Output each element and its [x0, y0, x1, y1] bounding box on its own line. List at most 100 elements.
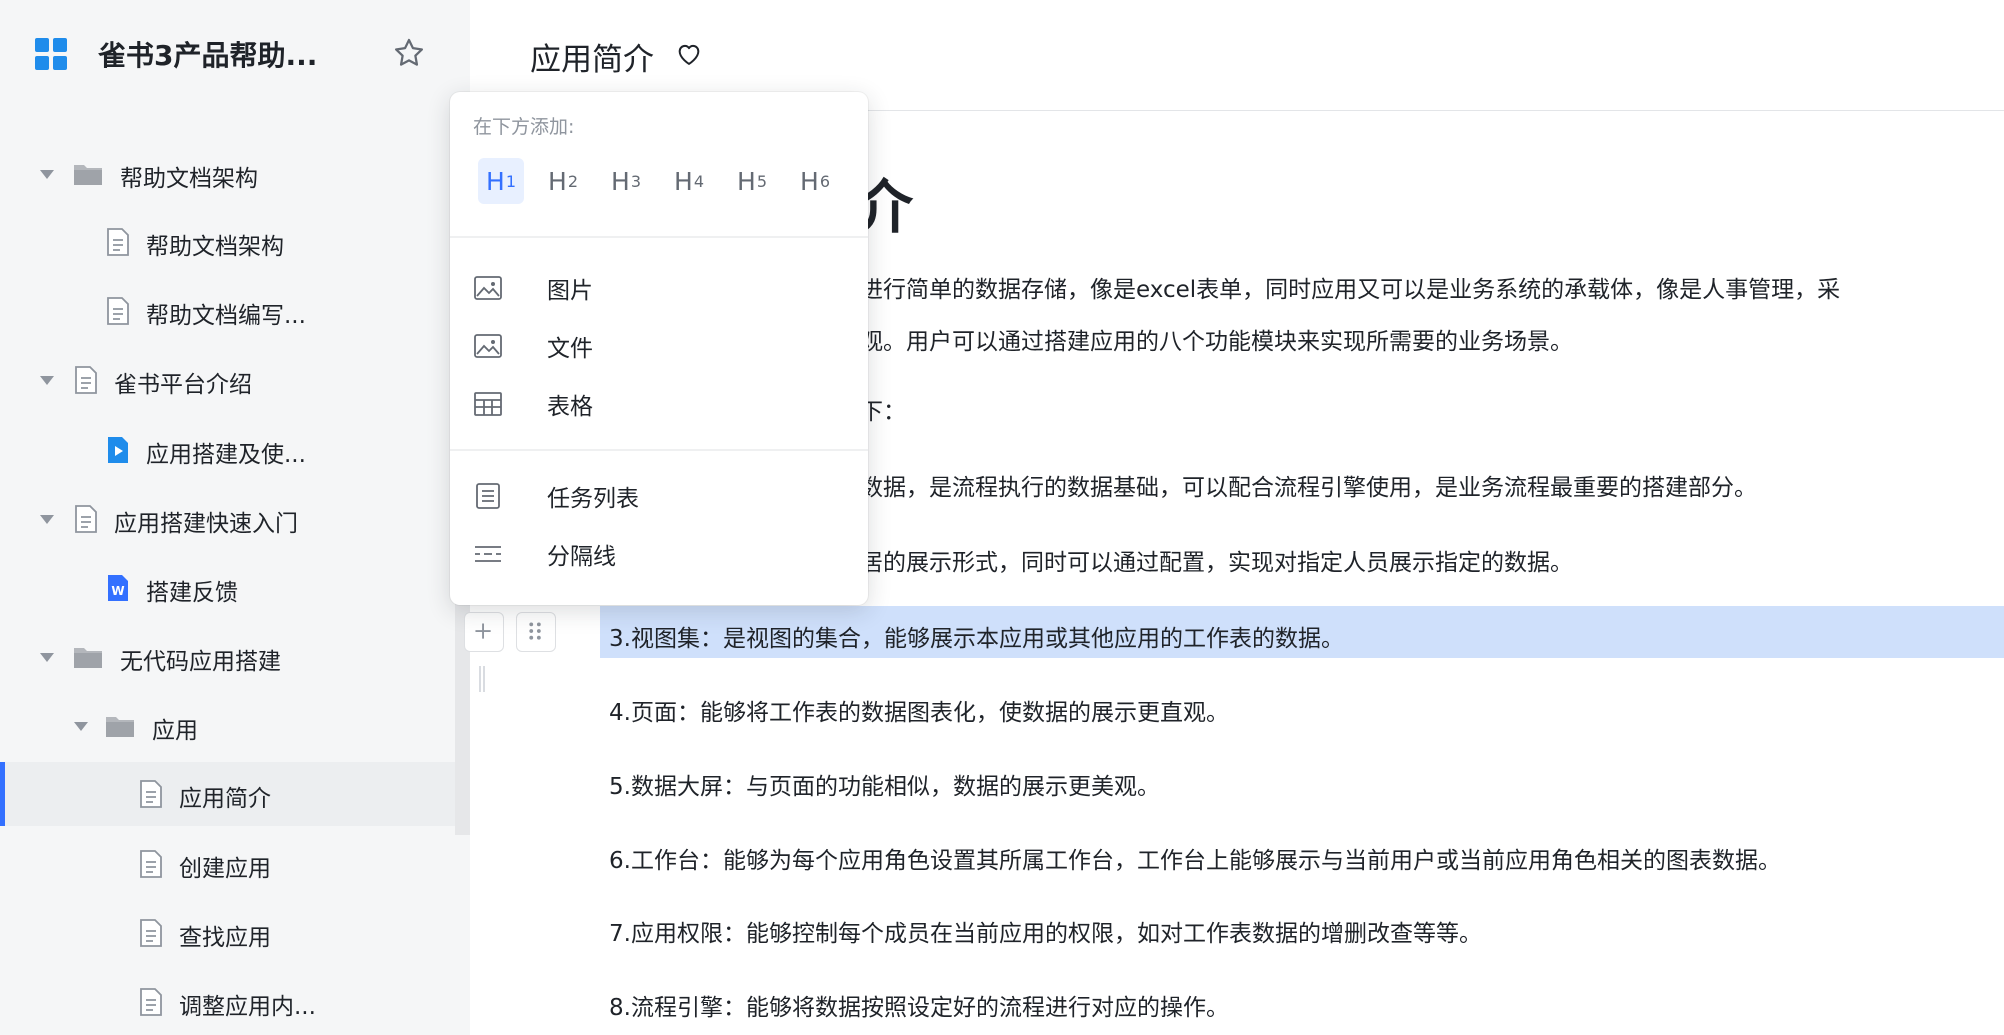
sidebar: 雀书3产品帮助... 帮助文档架构 帮助文档架构 帮助文档编写... 雀书平台介…	[0, 0, 470, 1035]
app-title[interactable]: 雀书3产品帮助...	[98, 34, 317, 74]
tree-item-help-doc-structure-page[interactable]: 帮助文档架构	[0, 210, 455, 274]
task-list-icon	[476, 483, 500, 509]
document-icon	[75, 505, 97, 533]
tree-item-app-folder[interactable]: 应用	[0, 694, 455, 758]
paragraph[interactable]: 4.页面：能够将工作表的数据图表化，使数据的展示更直观。	[609, 693, 1229, 727]
document-icon	[140, 780, 162, 808]
heading-level: 2	[567, 171, 578, 191]
popup-caption: 在下方添加:	[473, 116, 575, 138]
tree-item-help-doc-writing[interactable]: 帮助文档编写...	[0, 279, 455, 343]
folder-icon	[74, 165, 102, 185]
document-icon	[140, 919, 162, 947]
tree-item-label: 应用搭建及使...	[146, 442, 306, 468]
tree-item-app-intro[interactable]: 应用简介	[0, 762, 455, 826]
app-grid-logo-icon[interactable]	[35, 38, 67, 70]
tree-item-label: 帮助文档架构	[120, 166, 258, 192]
caret-down-icon[interactable]	[40, 170, 54, 179]
heading-6-option[interactable]: H6	[792, 158, 838, 204]
paragraph[interactable]: 居的展示形式，同时可以通过配置，实现对指定人员展示指定的数据。	[860, 543, 1573, 577]
tree-item-label: 应用简介	[179, 786, 271, 812]
popup-item-label: 图片	[547, 278, 593, 304]
tree-item-feedback[interactable]: W 搭建反馈	[0, 556, 455, 620]
tree-item-platform-intro[interactable]: 雀书平台介绍	[0, 348, 455, 412]
heading-letter: H	[800, 166, 819, 196]
paragraph[interactable]: 6.工作台：能够为每个应用角色设置其所属工作台，工作台上能够展示与当前用户或当前…	[609, 841, 1781, 875]
caret-down-icon[interactable]	[40, 515, 54, 524]
caret-down-icon[interactable]	[40, 376, 54, 385]
paragraph[interactable]: 进行简单的数据存储，像是excel表单，同时应用又可以是业务系统的承载体，像是人…	[860, 270, 1840, 304]
popup-item-label: 表格	[547, 394, 593, 420]
insert-divider-item[interactable]: 分隔线	[473, 530, 845, 578]
heading-letter: H	[737, 166, 756, 196]
paragraph[interactable]: 观。用户可以通过搭建应用的八个功能模块来实现所需要的业务场景。	[860, 322, 1573, 356]
file-image-icon	[474, 334, 502, 358]
tree-item-label: 应用	[152, 718, 198, 744]
heart-icon[interactable]	[675, 40, 703, 68]
heading-1-option[interactable]: H1	[478, 158, 524, 204]
tree-item-create-app[interactable]: 创建应用	[0, 832, 455, 896]
tree-item-label: 帮助文档架构	[146, 234, 284, 260]
popup-item-label: 文件	[547, 336, 593, 362]
heading-2-option[interactable]: H2	[540, 158, 586, 204]
document-icon	[107, 228, 129, 256]
heading-letter: H	[486, 166, 505, 196]
tree-item-label: 调整应用内...	[179, 994, 316, 1020]
heading-5-option[interactable]: H5	[729, 158, 775, 204]
insert-block-popup: 在下方添加: H1 H2 H3 H4 H5 H6 图片 文件 表格 任务列表 分…	[450, 92, 868, 605]
image-icon	[474, 276, 502, 300]
folder-icon	[74, 648, 102, 668]
page-title: 应用简介	[530, 42, 654, 78]
tree-item-help-doc-structure[interactable]: 帮助文档架构	[0, 142, 455, 206]
table-icon	[474, 392, 502, 416]
add-block-button[interactable]	[464, 612, 504, 652]
popup-item-label: 分隔线	[547, 544, 616, 570]
drag-handle-button[interactable]	[516, 612, 556, 652]
folder-icon	[106, 717, 134, 737]
document-icon	[140, 988, 162, 1016]
document-icon	[75, 366, 97, 394]
tree-item-quick-start[interactable]: 应用搭建快速入门	[0, 487, 455, 551]
tree-item-label: 应用搭建快速入门	[114, 511, 298, 537]
heading-letter: H	[674, 166, 693, 196]
document-icon	[140, 850, 162, 878]
tree-item-label: 帮助文档编写...	[146, 303, 306, 329]
heading-level: 3	[630, 171, 641, 191]
insert-image-item[interactable]: 图片	[473, 264, 845, 312]
heading-4-option[interactable]: H4	[666, 158, 712, 204]
heading-3-option[interactable]: H3	[603, 158, 649, 204]
drag-handle-icon	[529, 622, 541, 640]
tree-item-label: 搭建反馈	[146, 580, 238, 606]
plus-icon	[475, 623, 491, 639]
tree-item-label: 创建应用	[179, 856, 271, 882]
heading-letter: H	[548, 166, 567, 196]
paragraph[interactable]: 8.流程引擎：能够将数据按照设定好的流程进行对应的操作。	[609, 988, 1229, 1022]
divider-icon	[475, 546, 501, 562]
popup-divider	[450, 449, 868, 451]
drag-indicator-icon	[479, 666, 485, 692]
insert-table-item[interactable]: 表格	[473, 380, 845, 428]
heading-level: 1	[505, 171, 516, 191]
tree-item-no-code[interactable]: 无代码应用搭建	[0, 625, 455, 689]
heading-level: 4	[693, 171, 704, 191]
caret-down-icon[interactable]	[40, 653, 54, 662]
word-file-icon: W	[108, 575, 128, 601]
document-icon	[107, 297, 129, 325]
caret-down-icon[interactable]	[74, 722, 88, 731]
video-file-icon	[108, 437, 128, 463]
tree-item-label: 雀书平台介绍	[114, 372, 252, 398]
paragraph[interactable]: 7.应用权限：能够控制每个成员在当前应用的权限，如对工作表数据的增删改查等等。	[609, 914, 1482, 948]
star-icon[interactable]	[392, 36, 426, 70]
tree-item-label: 无代码应用搭建	[120, 649, 281, 675]
active-indicator	[0, 762, 5, 826]
tree-item-label: 查找应用	[179, 925, 271, 951]
tree-item-app-build-video[interactable]: 应用搭建及使...	[0, 418, 455, 482]
tree-item-adjust-app[interactable]: 调整应用内...	[0, 970, 455, 1034]
insert-file-item[interactable]: 文件	[473, 322, 845, 370]
paragraph[interactable]: 5.数据大屏：与页面的功能相似，数据的展示更美观。	[609, 767, 1160, 801]
heading-letter: H	[611, 166, 630, 196]
paragraph[interactable]: 数据，是流程执行的数据基础，可以配合流程引擎使用，是业务流程最重要的搭建部分。	[860, 468, 1757, 502]
tree-item-find-app[interactable]: 查找应用	[0, 901, 455, 965]
paragraph[interactable]: 3.视图集：是视图的集合，能够展示本应用或其他应用的工作表的数据。	[609, 619, 1344, 653]
insert-task-list-item[interactable]: 任务列表	[473, 472, 845, 520]
popup-divider	[450, 236, 868, 238]
